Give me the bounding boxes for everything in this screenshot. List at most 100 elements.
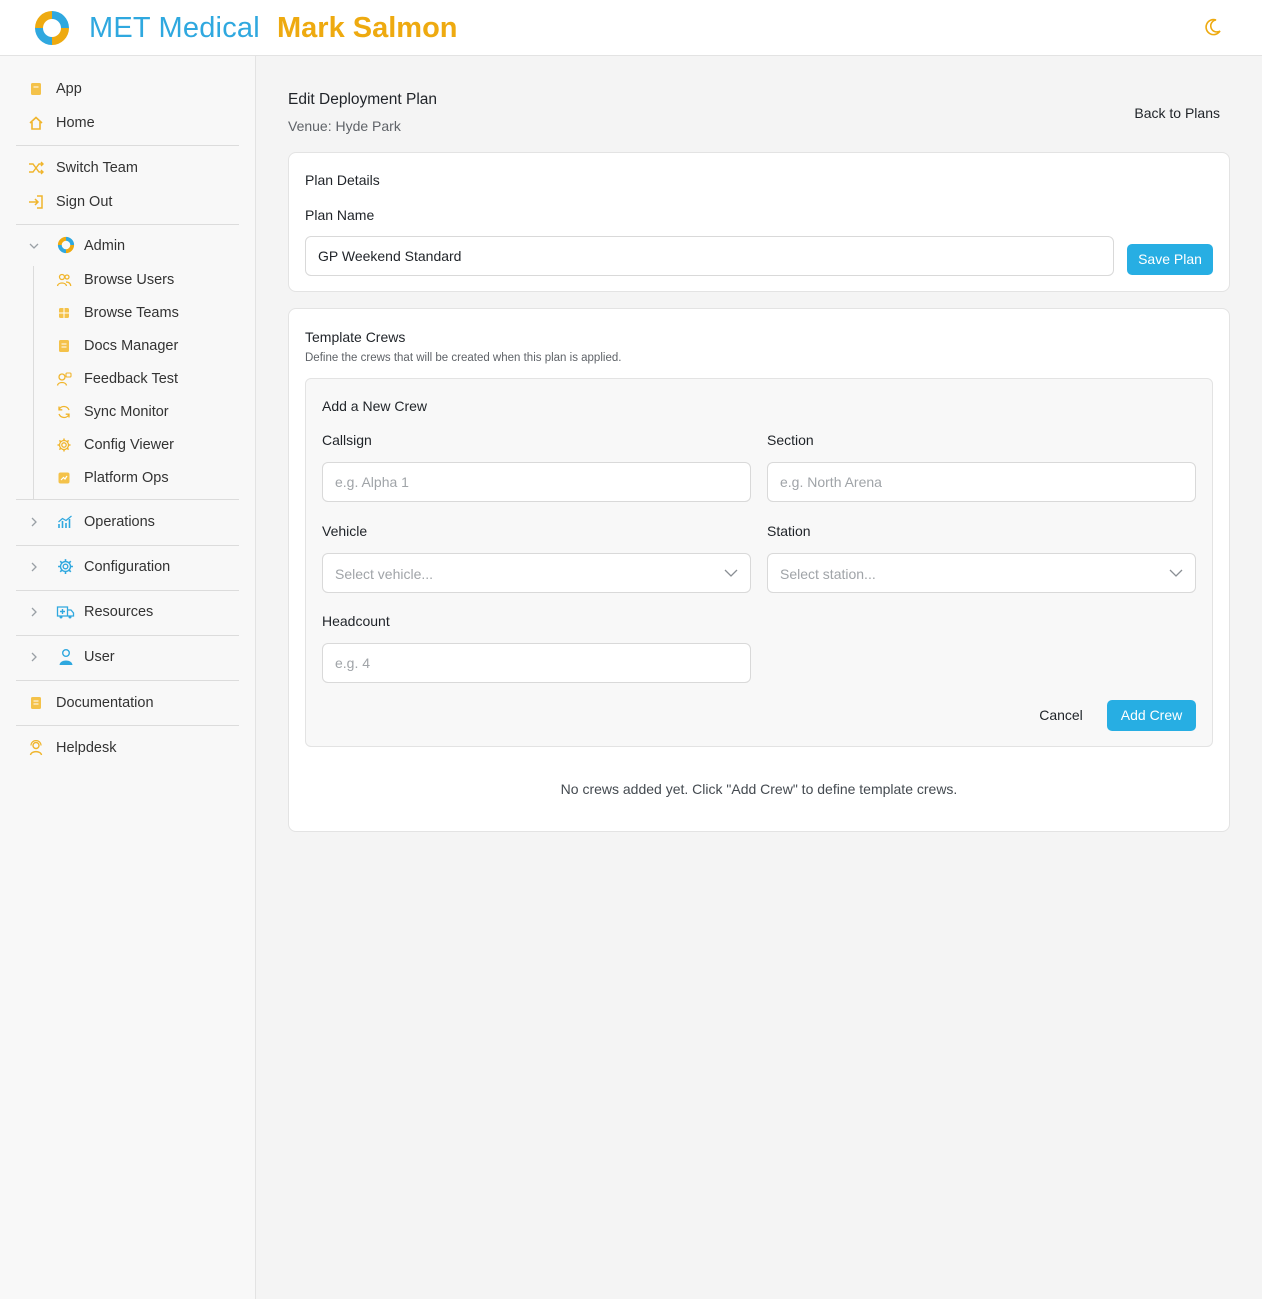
ops-icon xyxy=(58,472,70,484)
sidebar-item-documentation[interactable]: Documentation xyxy=(0,690,255,716)
gear-icon xyxy=(57,438,71,452)
section-input[interactable] xyxy=(767,462,1196,502)
sidebar-item-label: Helpdesk xyxy=(56,740,117,756)
top-bar: MET Medical Mark Salmon xyxy=(0,0,1262,56)
sidebar-item-switch-team[interactable]: Switch Team xyxy=(0,155,255,181)
users-icon xyxy=(56,273,72,287)
sidebar-divider xyxy=(16,590,239,591)
sidebar-item-label: Documentation xyxy=(56,695,154,711)
add-crew-button[interactable]: Add Crew xyxy=(1107,700,1196,731)
back-to-plans-button[interactable]: Back to Plans xyxy=(1124,102,1220,124)
sync-icon xyxy=(58,405,70,419)
home-icon xyxy=(29,116,43,130)
book-icon xyxy=(31,697,41,709)
sidebar-group-operations[interactable]: Operations xyxy=(0,509,255,535)
sidebar-item-sign-out[interactable]: Sign Out xyxy=(0,189,255,215)
sign-out-icon xyxy=(29,195,43,209)
sidebar-divider xyxy=(16,145,239,146)
gear-icon xyxy=(58,559,73,574)
save-plan-button[interactable]: Save Plan xyxy=(1127,244,1213,275)
plan-name-label: Plan Name xyxy=(305,207,375,223)
station-label: Station xyxy=(767,523,811,539)
chevron-down-icon xyxy=(724,569,738,577)
sidebar-item-browse-teams[interactable]: Browse Teams xyxy=(0,300,255,326)
sidebar-item-helpdesk[interactable]: Helpdesk xyxy=(0,735,255,761)
sidebar-item-label: Home xyxy=(56,115,95,131)
chevron-right-icon xyxy=(31,562,37,572)
cancel-button[interactable]: Cancel xyxy=(1030,700,1092,731)
chevron-right-icon xyxy=(31,607,37,617)
section-label: Section xyxy=(767,432,814,448)
venue-subtitle: Venue: Hyde Park xyxy=(288,118,401,134)
met-medical-logo[interactable] xyxy=(31,7,73,49)
current-user-name: Mark Salmon xyxy=(277,12,458,44)
empty-crews-message: No crews added yet. Click "Add Crew" to … xyxy=(560,781,958,797)
table-icon xyxy=(59,308,69,318)
shuffle-icon xyxy=(29,161,44,175)
vehicle-select[interactable]: Select vehicle... xyxy=(322,553,751,593)
sidebar: App Home Switch Team Sign Out Admin Brow… xyxy=(0,56,256,1299)
callsign-label: Callsign xyxy=(322,432,372,448)
sidebar-group-user[interactable]: User xyxy=(0,644,255,670)
feedback-icon xyxy=(56,372,72,386)
sidebar-divider xyxy=(16,680,239,681)
sidebar-item-label: Switch Team xyxy=(56,160,138,176)
sidebar-divider xyxy=(16,545,239,546)
callsign-input[interactable] xyxy=(322,462,751,502)
sidebar-item-sync-monitor[interactable]: Sync Monitor xyxy=(0,399,255,425)
sidebar-group-resources[interactable]: Resources xyxy=(0,599,255,625)
sidebar-item-browse-users[interactable]: Browse Users xyxy=(0,267,255,293)
sidebar-item-label: App xyxy=(56,81,82,97)
headcount-label: Headcount xyxy=(322,613,390,629)
sidebar-item-app[interactable]: App xyxy=(0,76,255,102)
sidebar-item-label: Browse Teams xyxy=(84,305,179,321)
sidebar-divider xyxy=(16,635,239,636)
plan-name-input[interactable] xyxy=(305,236,1114,276)
brand-name: MET Medical xyxy=(89,12,260,44)
card-description: Define the crews that will be created wh… xyxy=(305,352,622,364)
sidebar-item-home[interactable]: Home xyxy=(0,110,255,136)
chevron-down-icon xyxy=(1169,569,1183,577)
sidebar-group-label: Resources xyxy=(84,604,154,620)
ambulance-icon xyxy=(56,606,75,619)
vehicle-label: Vehicle xyxy=(322,523,368,539)
sidebar-group-label: Configuration xyxy=(84,559,171,575)
helpdesk-icon xyxy=(29,740,43,756)
template-crews-card: Template Crews Define the crews that wil… xyxy=(288,308,1230,832)
chart-icon xyxy=(58,515,72,528)
plan-details-card: Plan Details Plan Name Save Plan xyxy=(288,152,1230,292)
sidebar-item-label: Sign Out xyxy=(56,194,113,210)
sidebar-divider xyxy=(16,725,239,726)
sidebar-item-label: Config Viewer xyxy=(84,437,175,453)
sidebar-group-label: Admin xyxy=(84,238,126,254)
card-title: Plan Details xyxy=(305,172,380,188)
sidebar-item-feedback-test[interactable]: Feedback Test xyxy=(0,366,255,392)
user-icon xyxy=(59,649,73,665)
sidebar-item-label: Docs Manager xyxy=(84,338,179,354)
doc-icon xyxy=(59,340,69,352)
sidebar-group-label: User xyxy=(84,649,115,665)
sidebar-group-label: Operations xyxy=(84,514,155,530)
sidebar-item-docs-manager[interactable]: Docs Manager xyxy=(0,333,255,359)
sidebar-item-label: Feedback Test xyxy=(84,371,179,387)
met-logo-icon xyxy=(57,236,75,254)
sidebar-group-admin[interactable]: Admin xyxy=(0,233,255,259)
sidebar-divider xyxy=(16,499,239,500)
sidebar-item-label: Sync Monitor xyxy=(84,404,169,420)
book-icon xyxy=(31,83,41,95)
sidebar-item-config-viewer[interactable]: Config Viewer xyxy=(0,432,255,458)
add-crew-form: Add a New Crew Callsign Section Vehicle … xyxy=(305,378,1213,747)
sidebar-group-configuration[interactable]: Configuration xyxy=(0,554,255,580)
sidebar-divider xyxy=(16,224,239,225)
card-title: Template Crews xyxy=(305,329,406,345)
page-title: Edit Deployment Plan xyxy=(288,91,438,108)
chevron-down-icon xyxy=(29,243,39,249)
station-select[interactable]: Select station... xyxy=(767,553,1196,593)
vehicle-select-placeholder: Select vehicle... xyxy=(335,566,434,582)
sidebar-item-platform-ops[interactable]: Platform Ops xyxy=(0,465,255,491)
form-title: Add a New Crew xyxy=(322,398,428,414)
moon-icon[interactable] xyxy=(1204,18,1222,36)
chevron-right-icon xyxy=(31,652,37,662)
headcount-input[interactable] xyxy=(322,643,751,683)
sidebar-item-label: Browse Users xyxy=(84,272,175,288)
